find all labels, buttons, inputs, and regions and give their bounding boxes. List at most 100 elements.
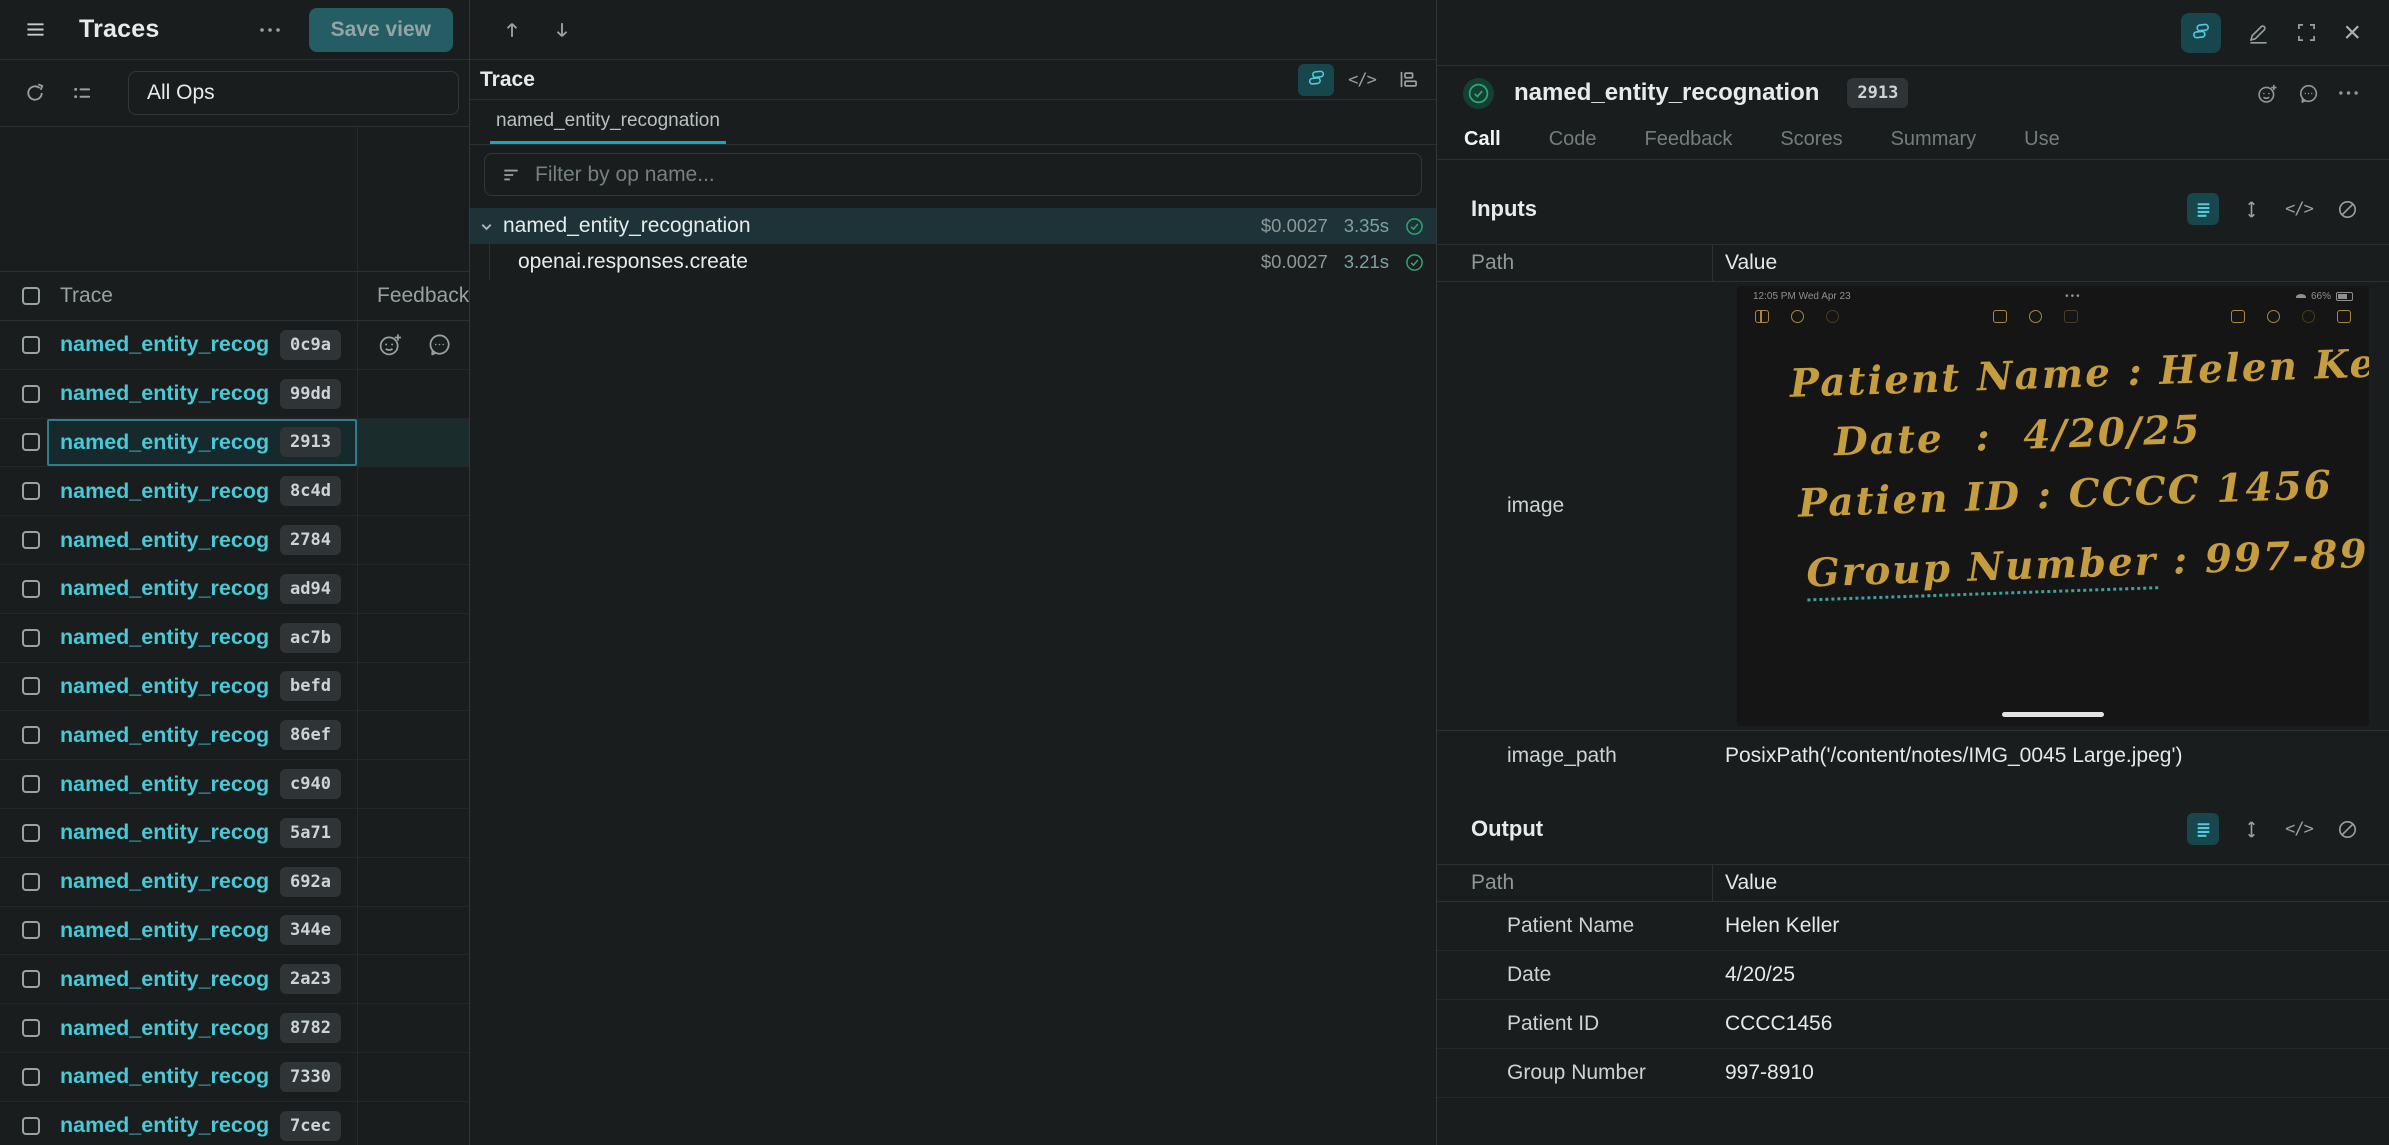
tab-code[interactable]: Code <box>1549 128 1597 151</box>
op-filter-field[interactable] <box>484 153 1422 196</box>
row-checkbox[interactable] <box>22 531 40 549</box>
trace-row[interactable]: named_entity_recognation2a23 <box>0 955 469 1004</box>
trace-row[interactable]: named_entity_recognation2913 <box>0 419 469 468</box>
trace-cell[interactable]: named_entity_recognationac7b <box>47 614 357 662</box>
row-checkbox[interactable] <box>22 824 40 842</box>
tree-op-name[interactable]: named_entity_recognation <box>503 214 1261 238</box>
trace-cell[interactable]: named_entity_recognation86ef <box>47 711 357 759</box>
tab-feedback[interactable]: Feedback <box>1645 128 1733 151</box>
trace-cell[interactable]: named_entity_recognation8782 <box>47 1004 357 1052</box>
trace-cell[interactable]: named_entity_recognationad94 <box>47 565 357 613</box>
add-reaction-icon[interactable] <box>377 331 404 358</box>
column-settings-icon[interactable] <box>72 82 94 104</box>
row-checkbox[interactable] <box>22 775 40 793</box>
trace-row[interactable]: named_entity_recognationbefd <box>0 663 469 712</box>
feedback-column-header[interactable]: Feedback <box>357 284 469 308</box>
tab-call[interactable]: Call <box>1464 128 1501 151</box>
trace-op-name[interactable]: named_entity_recognation <box>60 967 270 992</box>
fullscreen-icon[interactable] <box>2296 22 2317 43</box>
list-view-icon[interactable] <box>2187 193 2219 225</box>
note-photo[interactable]: 12:05 PM Wed Apr 23 ••• 66% <box>1737 286 2369 726</box>
trace-op-name[interactable]: named_entity_recognation <box>60 332 270 357</box>
comment-icon[interactable] <box>426 331 453 358</box>
expand-rows-icon[interactable] <box>2235 813 2267 845</box>
trace-op-name[interactable]: named_entity_recognation <box>60 528 270 553</box>
row-checkbox[interactable] <box>22 1068 40 1086</box>
trace-op-name[interactable]: named_entity_recognation <box>60 576 270 601</box>
trace-cell[interactable]: named_entity_recognation344e <box>47 907 357 955</box>
trace-cell[interactable]: named_entity_recognation7330 <box>47 1053 357 1101</box>
hide-values-icon[interactable] <box>2331 193 2363 225</box>
trace-row[interactable]: named_entity_recognationad94 <box>0 565 469 614</box>
row-checkbox[interactable] <box>22 336 40 354</box>
list-view-icon[interactable] <box>2187 813 2219 845</box>
trace-row[interactable]: named_entity_recognation5a71 <box>0 809 469 858</box>
add-reaction-icon[interactable] <box>2256 82 2279 105</box>
row-checkbox[interactable] <box>22 970 40 988</box>
row-checkbox[interactable] <box>22 433 40 451</box>
overflow-menu-icon[interactable] <box>2338 89 2359 97</box>
tree-op-name[interactable]: openai.responses.create <box>518 250 1261 274</box>
trace-op-name[interactable]: named_entity_recognation <box>60 1064 270 1089</box>
trace-cell[interactable]: named_entity_recognation2784 <box>47 516 357 564</box>
trace-row[interactable]: named_entity_recognation0c9a <box>0 321 469 370</box>
trace-op-name[interactable]: named_entity_recognation <box>60 479 270 504</box>
trace-op-name[interactable]: named_entity_recognation <box>60 723 270 748</box>
prev-trace-icon[interactable] <box>502 20 522 40</box>
trace-op-name[interactable]: named_entity_recognation <box>60 918 270 943</box>
trace-cell[interactable]: named_entity_recognation5a71 <box>47 809 357 857</box>
trace-op-name[interactable]: named_entity_recognation <box>60 674 270 699</box>
trace-row[interactable]: named_entity_recognation7330 <box>0 1053 469 1102</box>
tree-view-icon[interactable] <box>1298 64 1334 96</box>
flame-graph-icon[interactable] <box>1390 64 1426 96</box>
trace-op-name[interactable]: named_entity_recognation <box>60 381 270 406</box>
ops-filter-select[interactable]: All Ops <box>128 71 459 115</box>
trace-row[interactable]: named_entity_recognation344e <box>0 907 469 956</box>
trace-row[interactable]: named_entity_recognation99dd <box>0 370 469 419</box>
select-all-checkbox[interactable] <box>22 287 40 305</box>
row-checkbox[interactable] <box>22 873 40 891</box>
expand-rows-icon[interactable] <box>2235 193 2267 225</box>
trace-row[interactable]: named_entity_recognationac7b <box>0 614 469 663</box>
trace-op-name[interactable]: named_entity_recognation <box>60 772 270 797</box>
trace-op-name[interactable]: named_entity_recognation <box>60 1016 270 1041</box>
tab-summary[interactable]: Summary <box>1891 128 1977 151</box>
row-checkbox[interactable] <box>22 1019 40 1037</box>
tab-scores[interactable]: Scores <box>1780 128 1842 151</box>
trace-cell[interactable]: named_entity_recognation7cec <box>47 1102 357 1145</box>
trace-row[interactable]: named_entity_recognation86ef <box>0 711 469 760</box>
trace-cell[interactable]: named_entity_recognation8c4d <box>47 467 357 515</box>
code-view-icon[interactable]: </> <box>2283 813 2315 845</box>
trace-view-toggle-icon[interactable] <box>2181 13 2221 53</box>
trace-op-name[interactable]: named_entity_recognation <box>60 430 270 455</box>
trace-op-name[interactable]: named_entity_recognation <box>60 625 270 650</box>
trace-column-header[interactable]: Trace <box>47 284 357 308</box>
trace-row[interactable]: named_entity_recognation8782 <box>0 1004 469 1053</box>
row-checkbox[interactable] <box>22 726 40 744</box>
trace-row[interactable]: named_entity_recognation7cec <box>0 1102 469 1145</box>
tab-use[interactable]: Use <box>2024 128 2060 151</box>
hamburger-menu-icon[interactable] <box>24 18 47 41</box>
tree-row-child[interactable]: openai.responses.create $0.0027 3.21s <box>470 244 1436 280</box>
op-filter-input[interactable] <box>535 163 1405 187</box>
trace-row[interactable]: named_entity_recognationc940 <box>0 760 469 809</box>
trace-tab-active[interactable]: named_entity_recognation <box>490 100 726 144</box>
chevron-down-icon[interactable] <box>478 218 495 235</box>
row-checkbox[interactable] <box>22 385 40 403</box>
trace-op-name[interactable]: named_entity_recognation <box>60 1113 270 1138</box>
row-checkbox[interactable] <box>22 677 40 695</box>
trace-cell[interactable]: named_entity_recognation2a23 <box>47 955 357 1003</box>
next-trace-icon[interactable] <box>552 20 572 40</box>
comment-icon[interactable] <box>2297 82 2320 105</box>
trace-op-name[interactable]: named_entity_recognation <box>60 869 270 894</box>
trace-cell[interactable]: named_entity_recognationbefd <box>47 663 357 711</box>
save-view-button[interactable]: Save view <box>309 8 453 52</box>
close-icon[interactable]: × <box>2343 18 2361 48</box>
trace-cell[interactable]: named_entity_recognationc940 <box>47 760 357 808</box>
more-options-icon[interactable] <box>259 26 281 34</box>
row-checkbox[interactable] <box>22 921 40 939</box>
code-view-icon[interactable]: </> <box>1344 64 1380 96</box>
trace-cell[interactable]: named_entity_recognation99dd <box>47 370 357 418</box>
hide-values-icon[interactable] <box>2331 813 2363 845</box>
row-checkbox[interactable] <box>22 580 40 598</box>
